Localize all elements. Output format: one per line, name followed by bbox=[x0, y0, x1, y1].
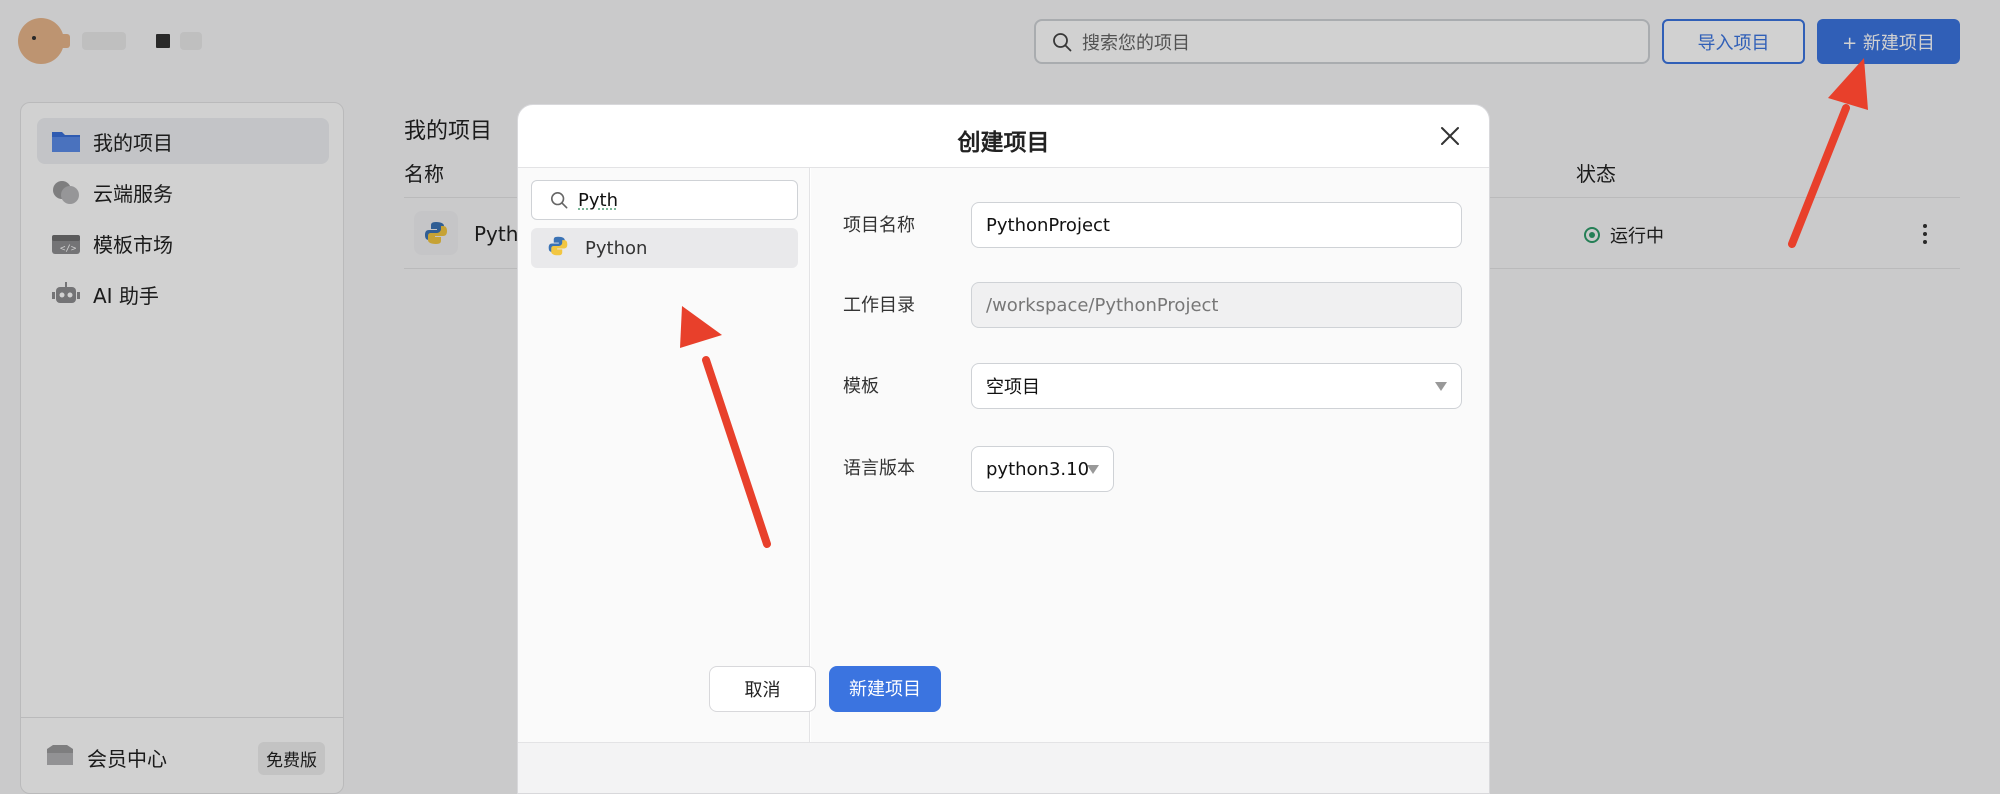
project-name-label: 项目名称 bbox=[843, 215, 915, 236]
language-version-value: python3.10 bbox=[986, 458, 1090, 480]
project-form: 项目名称 PythonProject 工作目录 /workspace/Pytho… bbox=[811, 168, 1489, 742]
language-version-select[interactable]: python3.10 bbox=[971, 446, 1114, 492]
template-select-value: 空项目 bbox=[986, 377, 1040, 398]
template-search-input[interactable]: Pyth bbox=[531, 180, 798, 220]
template-list-pane: Pyth Python bbox=[518, 168, 810, 742]
create-project-button[interactable]: 新建项目 bbox=[829, 666, 941, 712]
python-icon bbox=[547, 235, 569, 262]
work-dir-field: /workspace/PythonProject bbox=[971, 282, 1462, 328]
dialog-footer bbox=[518, 742, 1489, 793]
work-dir-label: 工作目录 bbox=[843, 295, 915, 316]
template-label: 模板 bbox=[843, 376, 879, 397]
dialog-title: 创建项目 bbox=[957, 130, 1050, 156]
chevron-down-icon bbox=[1435, 382, 1447, 391]
close-icon[interactable] bbox=[1439, 125, 1461, 147]
chevron-down-icon bbox=[1087, 465, 1099, 474]
template-select[interactable]: 空项目 bbox=[971, 363, 1462, 409]
template-item-label: Python bbox=[585, 237, 648, 259]
language-version-label: 语言版本 bbox=[843, 458, 915, 479]
create-project-dialog: 创建项目 Pyth Python 项目名称 PythonProject 工作目录… bbox=[517, 104, 1490, 794]
project-name-field[interactable]: PythonProject bbox=[971, 202, 1462, 248]
template-item-python[interactable]: Python bbox=[531, 228, 798, 268]
cancel-button[interactable]: 取消 bbox=[709, 666, 816, 712]
search-icon bbox=[550, 191, 568, 209]
dialog-header: 创建项目 bbox=[518, 105, 1489, 168]
template-search-value: Pyth bbox=[578, 189, 618, 211]
